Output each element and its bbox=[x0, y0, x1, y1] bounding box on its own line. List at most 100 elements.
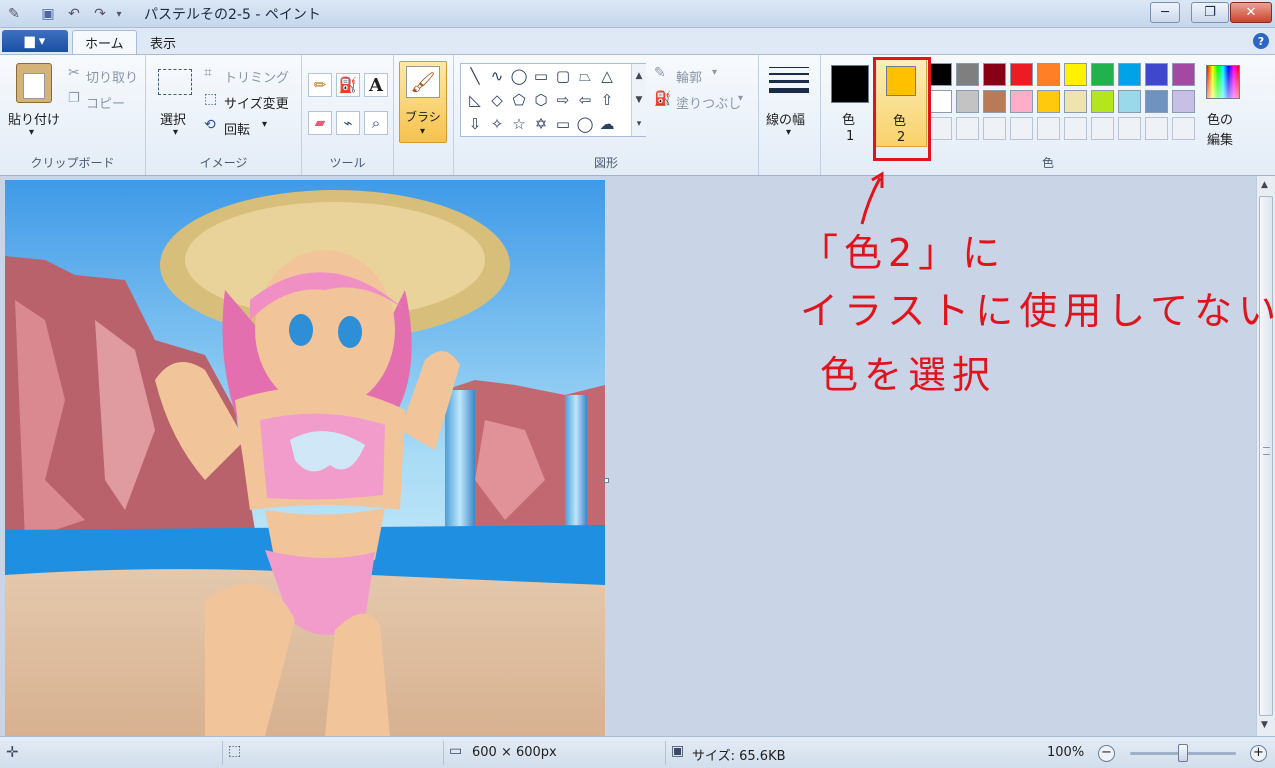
palette-swatch[interactable] bbox=[1037, 63, 1060, 86]
palette-empty-swatch[interactable] bbox=[929, 117, 952, 140]
fill-icon[interactable]: ⛽ bbox=[654, 91, 671, 107]
line-width-button[interactable]: 線の幅 bbox=[766, 109, 805, 128]
magnifier-icon[interactable]: ⌕ bbox=[364, 111, 388, 135]
down-arrow-shape-icon[interactable]: ⇩ bbox=[465, 114, 485, 134]
select-icon[interactable] bbox=[158, 69, 192, 95]
text-tool-icon[interactable]: A bbox=[364, 73, 388, 97]
right-triangle-shape-icon[interactable]: ◺ bbox=[465, 90, 485, 110]
zoom-out-button[interactable]: − bbox=[1098, 745, 1115, 762]
palette-swatch[interactable] bbox=[929, 90, 952, 113]
cloud-callout-shape-icon[interactable]: ☁ bbox=[597, 114, 617, 134]
palette-swatch[interactable] bbox=[1172, 63, 1195, 86]
palette-empty-swatch[interactable] bbox=[956, 117, 979, 140]
resize-button[interactable]: サイズ変更 bbox=[224, 93, 289, 112]
tab-home[interactable]: ホーム bbox=[72, 30, 137, 54]
select-button[interactable]: 選択 bbox=[160, 109, 186, 128]
palette-empty-swatch[interactable] bbox=[1037, 117, 1060, 140]
palette-swatch[interactable] bbox=[1118, 63, 1141, 86]
copy-icon[interactable]: ❐ bbox=[68, 91, 80, 106]
illustration-image[interactable] bbox=[5, 180, 605, 736]
zoom-slider-thumb[interactable] bbox=[1178, 744, 1188, 762]
triangle-shape-icon[interactable]: △ bbox=[597, 66, 617, 86]
scroll-down-icon[interactable]: ▼ bbox=[1261, 720, 1268, 730]
six-point-star-shape-icon[interactable]: ✡ bbox=[531, 114, 551, 134]
fill-bucket-icon[interactable]: ⛽ bbox=[336, 73, 360, 97]
palette-swatch[interactable] bbox=[956, 90, 979, 113]
rotate-icon[interactable]: ⟲ bbox=[204, 117, 216, 133]
line-shape-icon[interactable]: ╲ bbox=[465, 66, 485, 86]
close-button[interactable]: ✕ bbox=[1230, 2, 1272, 23]
palette-swatch[interactable] bbox=[1010, 90, 1033, 113]
pencil-icon[interactable]: ✏ bbox=[308, 73, 332, 97]
palette-empty-swatch[interactable] bbox=[1118, 117, 1141, 140]
palette-swatch[interactable] bbox=[983, 90, 1006, 113]
pentagon-shape-icon[interactable]: ⬠ bbox=[509, 90, 529, 110]
line-width-dropdown-icon[interactable]: ▾ bbox=[786, 127, 791, 138]
paste-dropdown-icon[interactable]: ▾ bbox=[29, 127, 34, 138]
oval-shape-icon[interactable]: ◯ bbox=[509, 66, 529, 86]
rounded-rectangle-shape-icon[interactable]: ▢ bbox=[553, 66, 573, 86]
palette-swatch[interactable] bbox=[1118, 90, 1141, 113]
edit-colors-icon[interactable] bbox=[1206, 65, 1240, 99]
canvas-resize-handle[interactable] bbox=[604, 478, 609, 483]
eraser-icon[interactable]: ▰ bbox=[308, 111, 332, 135]
palette-swatch[interactable] bbox=[1091, 63, 1114, 86]
four-point-star-shape-icon[interactable]: ✧ bbox=[487, 114, 507, 134]
palette-swatch[interactable] bbox=[1064, 90, 1087, 113]
fill-button[interactable]: 塗りつぶし bbox=[676, 93, 741, 112]
five-point-star-shape-icon[interactable]: ☆ bbox=[509, 114, 529, 134]
color-picker-icon[interactable]: ⌁ bbox=[336, 111, 360, 135]
palette-empty-swatch[interactable] bbox=[1172, 117, 1195, 140]
vertical-scrollbar[interactable]: ▲ ▼ bbox=[1256, 176, 1275, 736]
palette-swatch[interactable] bbox=[956, 63, 979, 86]
up-arrow-shape-icon[interactable]: ⇧ bbox=[597, 90, 617, 110]
cut-button[interactable]: 切り取り bbox=[86, 67, 138, 86]
resize-icon[interactable]: ⬚ bbox=[204, 91, 217, 107]
palette-empty-swatch[interactable] bbox=[1145, 117, 1168, 140]
brush-button[interactable]: 🖌 ブラシ ▾ bbox=[399, 61, 447, 143]
edit-colors-label-a[interactable]: 色の bbox=[1207, 109, 1233, 128]
left-arrow-shape-icon[interactable]: ⇦ bbox=[575, 90, 595, 110]
palette-empty-swatch[interactable] bbox=[1064, 117, 1087, 140]
minimize-button[interactable]: ─ bbox=[1150, 2, 1180, 23]
rect-callout-shape-icon[interactable]: ▭ bbox=[553, 114, 573, 134]
scissors-icon[interactable]: ✂ bbox=[68, 65, 80, 81]
paste-button[interactable]: 貼り付け bbox=[8, 109, 60, 128]
shapes-scroll[interactable]: ▲ ▼ ▾ bbox=[631, 64, 646, 136]
tab-view[interactable]: 表示 bbox=[138, 30, 188, 54]
palette-swatch[interactable] bbox=[1145, 63, 1168, 86]
palette-swatch[interactable] bbox=[1010, 63, 1033, 86]
scrollbar-thumb[interactable] bbox=[1259, 196, 1273, 716]
rotate-button[interactable]: 回転 bbox=[224, 119, 250, 138]
palette-swatch[interactable] bbox=[983, 63, 1006, 86]
outline-button[interactable]: 輪郭 bbox=[676, 67, 702, 86]
help-icon[interactable]: ? bbox=[1253, 33, 1269, 49]
outline-dropdown-icon[interactable]: ▾ bbox=[712, 67, 717, 78]
palette-swatch[interactable] bbox=[1145, 90, 1168, 113]
right-arrow-shape-icon[interactable]: ⇨ bbox=[553, 90, 573, 110]
palette-empty-swatch[interactable] bbox=[1010, 117, 1033, 140]
color1-swatch[interactable] bbox=[831, 65, 869, 103]
drawing-canvas[interactable] bbox=[5, 180, 605, 736]
redo-icon[interactable]: ↷ bbox=[90, 4, 110, 24]
shapes-gallery[interactable]: ╲ ∿ ◯ ▭ ▢ ⏢ △ ◺ ◇ ⬠ ⬡ ⇨ ⇦ ⇧ ⇩ ✧ ☆ ✡ ▭ ◯ … bbox=[460, 63, 646, 137]
file-menu-button[interactable]: ▆ ▾ bbox=[2, 30, 68, 52]
palette-swatch[interactable] bbox=[1037, 90, 1060, 113]
select-dropdown-icon[interactable]: ▾ bbox=[173, 127, 178, 138]
edit-colors-label-b[interactable]: 編集 bbox=[1207, 129, 1233, 148]
oval-callout-shape-icon[interactable]: ◯ bbox=[575, 114, 595, 134]
polygon-shape-icon[interactable]: ⏢ bbox=[575, 66, 595, 86]
crop-button[interactable]: トリミング bbox=[224, 67, 289, 86]
undo-icon[interactable]: ↶ bbox=[64, 4, 84, 24]
palette-swatch[interactable] bbox=[1064, 63, 1087, 86]
rectangle-shape-icon[interactable]: ▭ bbox=[531, 66, 551, 86]
paint-app-icon[interactable]: ✎ bbox=[4, 4, 24, 24]
line-width-icon[interactable] bbox=[769, 67, 809, 93]
copy-button[interactable]: コピー bbox=[86, 93, 125, 112]
crop-icon[interactable]: ⌗ bbox=[204, 65, 212, 81]
palette-swatch[interactable] bbox=[1172, 90, 1195, 113]
diamond-shape-icon[interactable]: ◇ bbox=[487, 90, 507, 110]
fill-dropdown-icon[interactable]: ▾ bbox=[738, 93, 743, 104]
quick-access-dropdown-icon[interactable]: ▾ bbox=[112, 4, 126, 24]
scroll-up-icon[interactable]: ▲ bbox=[1261, 180, 1268, 190]
